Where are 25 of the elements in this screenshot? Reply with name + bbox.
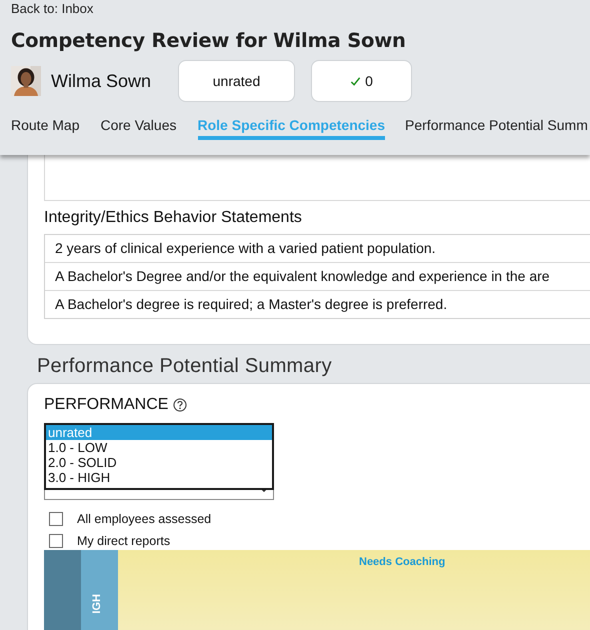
tab[interactable]: Route Map [11, 117, 80, 140]
approvals-button[interactable]: 0 [311, 60, 412, 102]
checkbox[interactable] [49, 534, 63, 548]
checkbox-label: All employees assessed [77, 512, 212, 526]
checkbox[interactable] [49, 512, 63, 526]
dropdown-option[interactable]: 2.0 - SOLID [46, 455, 272, 470]
dropdown-option[interactable]: 1.0 - LOW [46, 440, 272, 455]
statement-row-text: 2 years of clinical experience with a varied patient population. [54, 239, 437, 258]
tab[interactable]: Performance Potential Summ [405, 117, 588, 140]
back-link[interactable]: Back to: Inbox [11, 2, 94, 15]
page-title: Competency Review for Wilma Sown [11, 28, 407, 54]
section-title: Performance Potential Summary [37, 354, 333, 379]
checkbox-label: My direct reports [77, 534, 170, 548]
performance-label: PERFORMANCE [44, 396, 168, 414]
statement-row: A Bachelor's degree is required; a Master's degree is preferred. [45, 290, 590, 318]
row-label: IGH [91, 594, 103, 614]
rating-button[interactable]: unrated [178, 60, 295, 102]
statement-row: A Bachelor's Degree and/or the equivalent knowledge and experience in the are [45, 262, 590, 290]
dropdown-option[interactable]: 3.0 - HIGH [46, 470, 272, 485]
tab[interactable]: Core Values [100, 117, 176, 140]
checkmark-icon [350, 76, 362, 86]
cell-label: Needs Coaching [359, 556, 446, 569]
employee-name: Wilma Sown [51, 70, 152, 92]
help-icon[interactable] [173, 398, 188, 412]
section-heading: Integrity/Ethics Behavior Statements [44, 208, 303, 228]
